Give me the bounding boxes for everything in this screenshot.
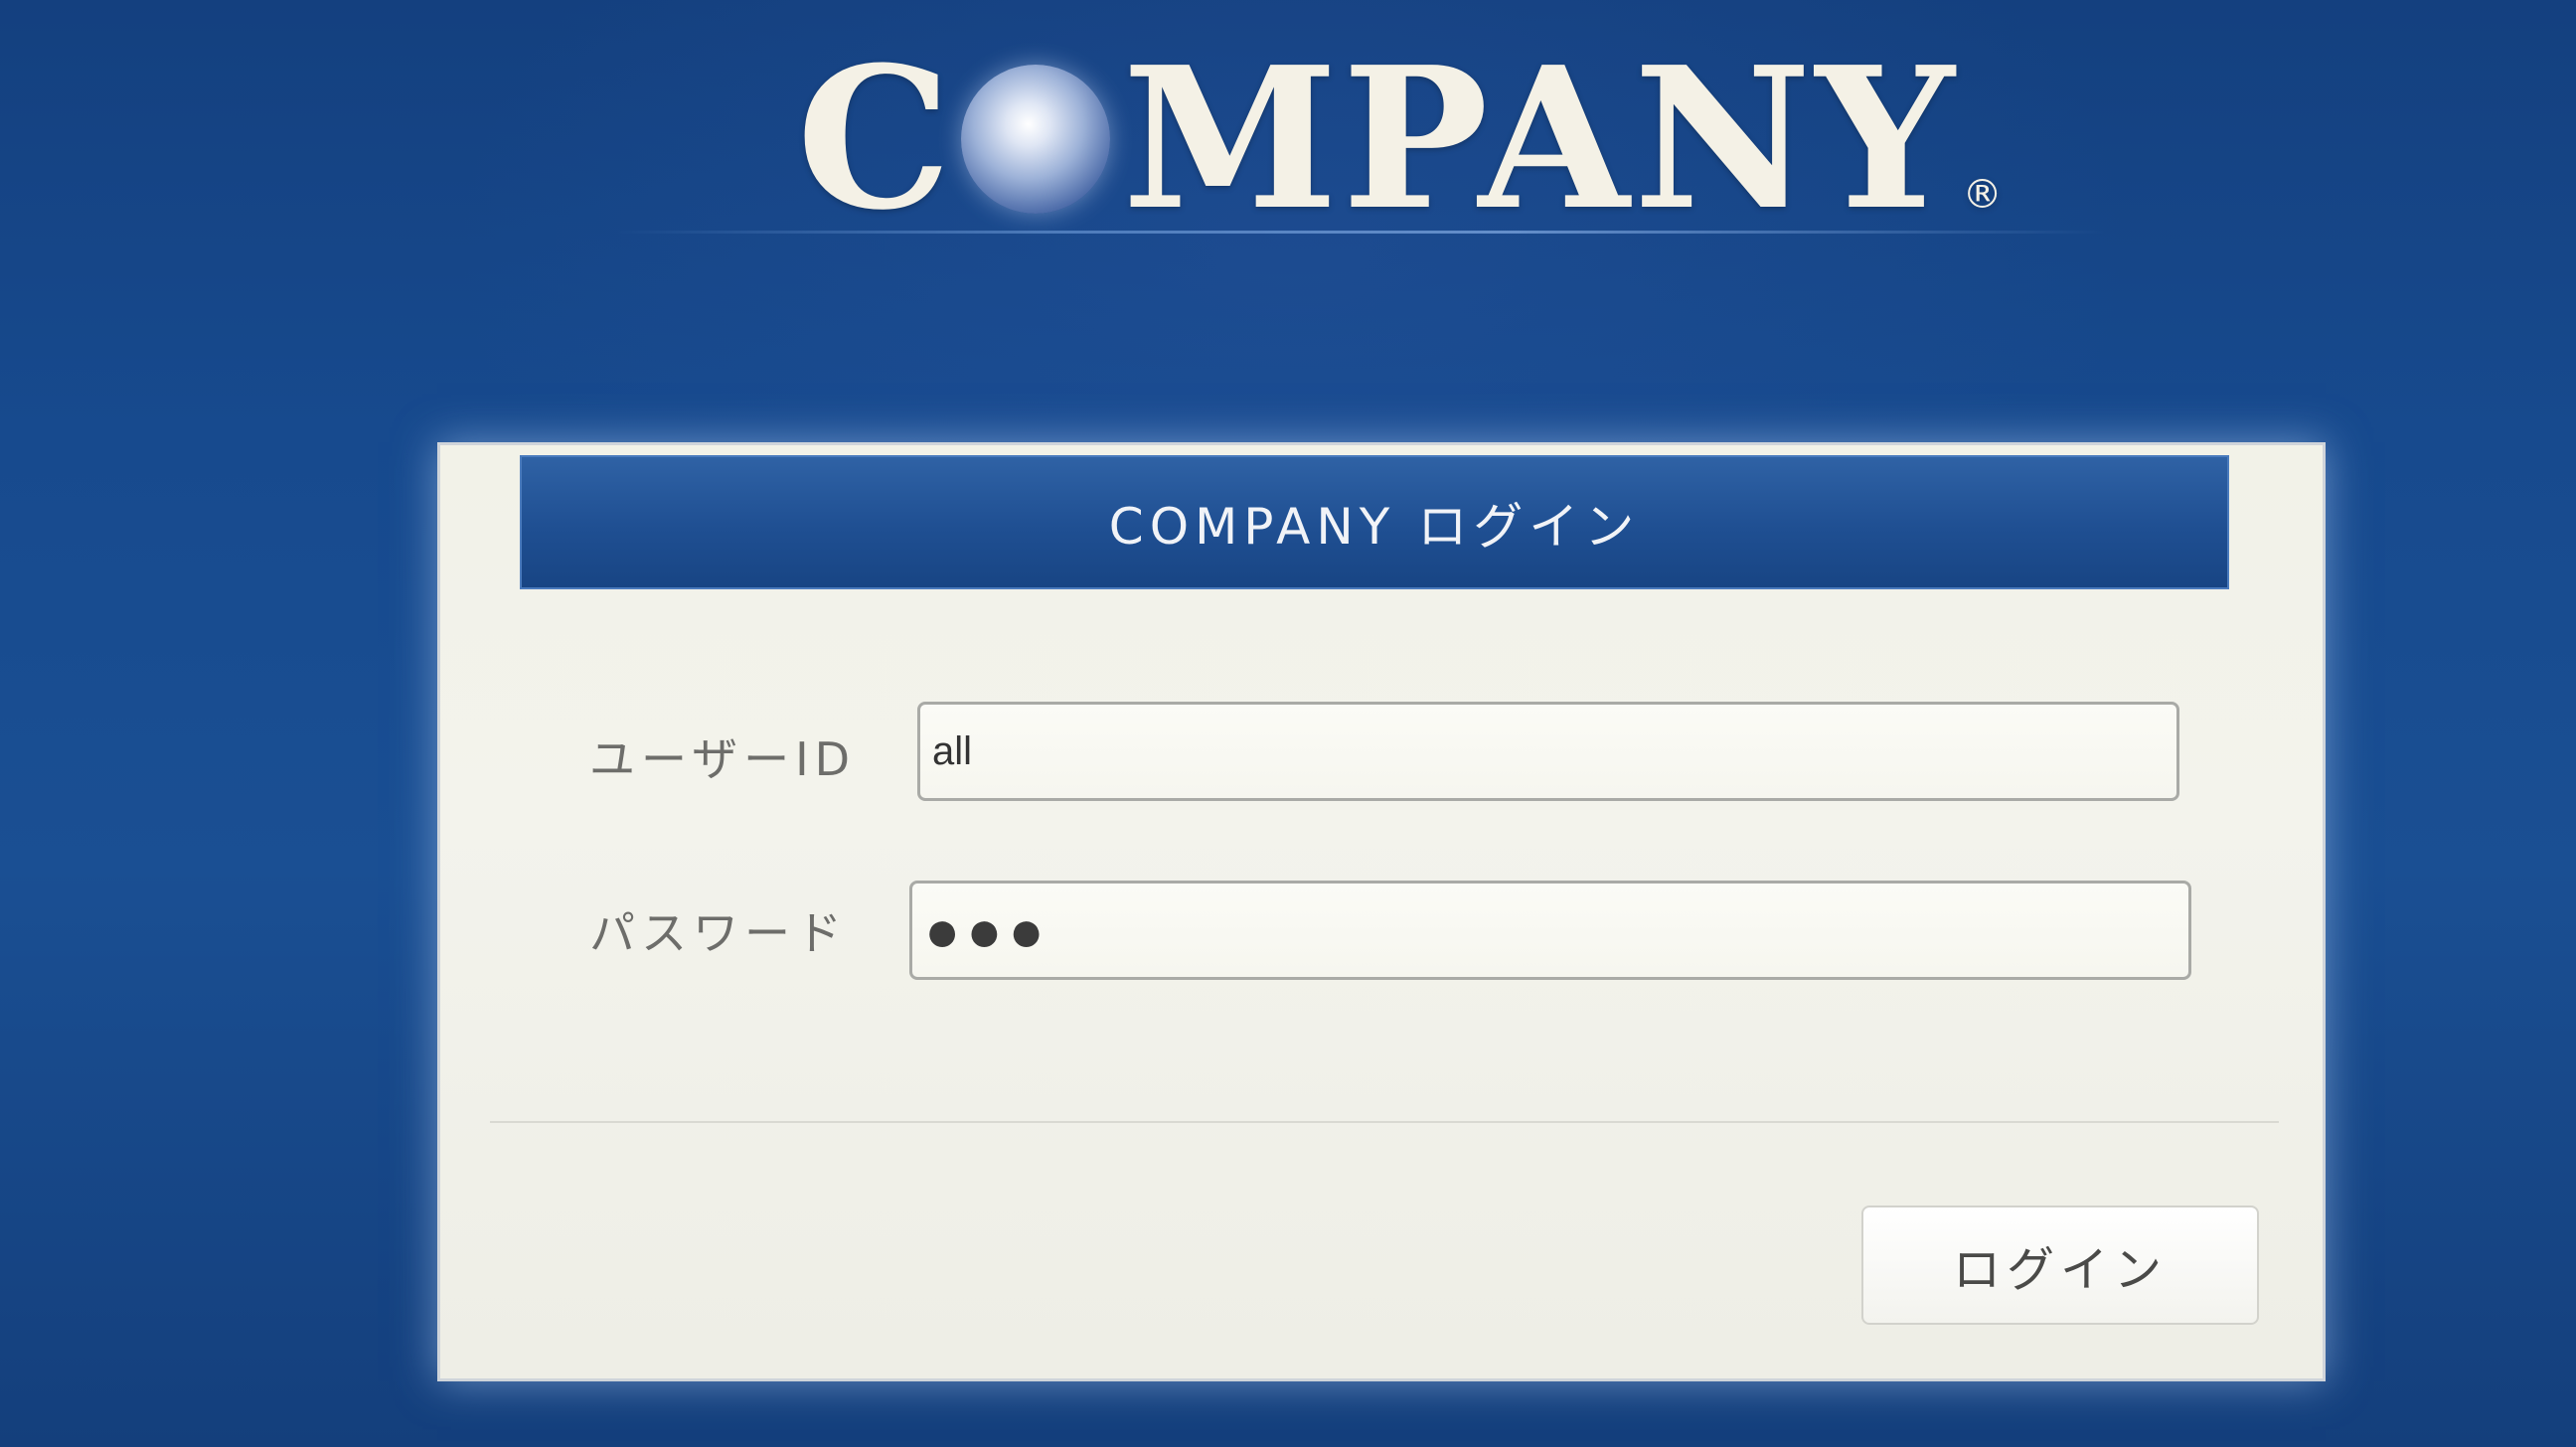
dialog-header: COMPANY ログイン xyxy=(520,455,2229,589)
user-id-value: all xyxy=(932,728,973,773)
logo-divider xyxy=(616,231,2107,234)
dialog-separator xyxy=(490,1121,2279,1123)
logo-wordmark: C MPANY ® xyxy=(796,42,2006,237)
user-id-input[interactable]: all xyxy=(917,702,2179,801)
login-dialog: COMPANY ログイン ユーザーID all パスワード ●●● ログイン xyxy=(437,442,2326,1381)
logo-sphere-icon xyxy=(961,65,1111,214)
registered-mark: ® xyxy=(1962,172,2007,218)
login-button[interactable]: ログイン xyxy=(1861,1206,2259,1325)
password-masked-value: ●●● xyxy=(924,896,1050,964)
password-input[interactable]: ●●● xyxy=(909,881,2191,980)
dialog-title: COMPANY ログイン xyxy=(1108,497,1641,556)
user-id-label: ユーザーID xyxy=(589,732,857,786)
logo-letter-c: C xyxy=(796,25,956,253)
password-label: パスワード xyxy=(589,906,848,960)
logo-letters-mpany: MPANY xyxy=(1122,25,1959,253)
company-logo: C MPANY ® xyxy=(796,40,2002,239)
